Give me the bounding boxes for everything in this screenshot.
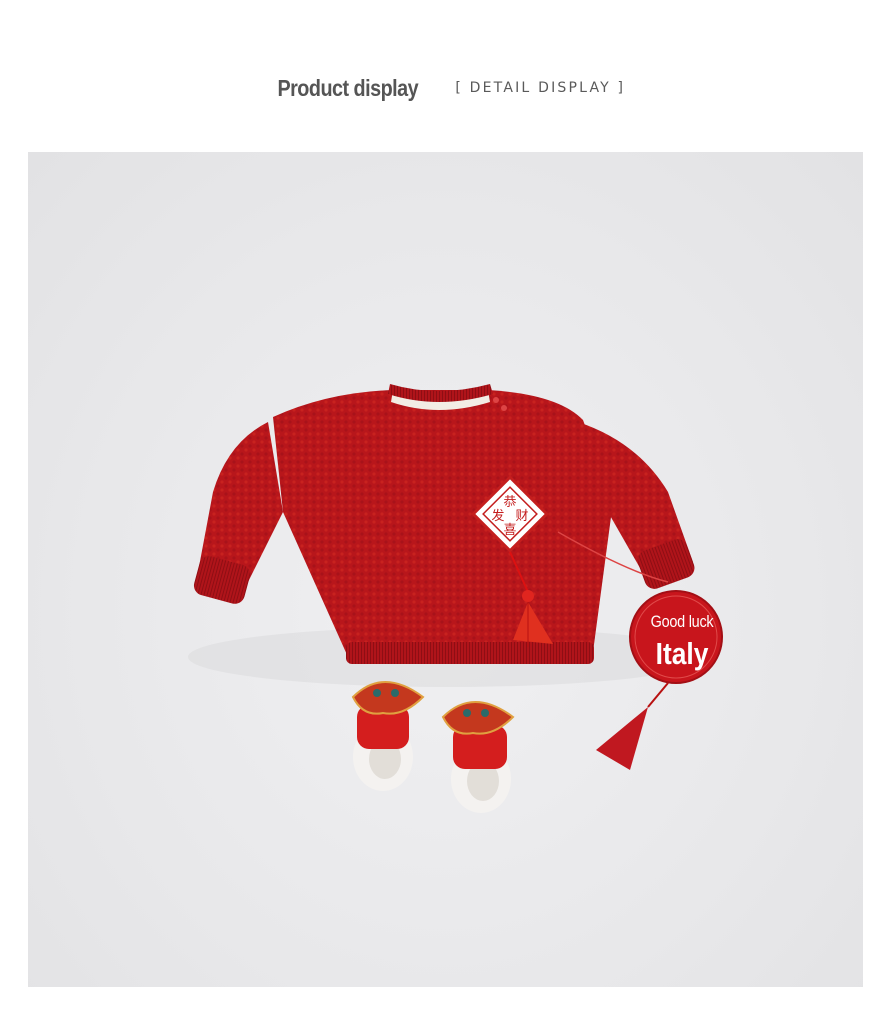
- sweater-hem: [346, 642, 594, 664]
- svg-text:财: 财: [515, 509, 528, 524]
- tag-line2: Italy: [655, 636, 709, 671]
- tiger-shoe-left: [351, 681, 425, 791]
- tag-line1: Good luck: [650, 612, 714, 631]
- svg-text:发: 发: [491, 508, 504, 524]
- svg-text:恭: 恭: [503, 495, 516, 510]
- product-photo: 恭 发 财 喜 Good luck Italy: [28, 152, 863, 987]
- product-illustration: 恭 发 财 喜: [188, 384, 723, 813]
- section-header: Product display [ DETAIL DISPLAY ]: [0, 66, 891, 110]
- section-subtitle: [ DETAIL DISPLAY ]: [455, 80, 626, 96]
- svg-text:喜: 喜: [503, 523, 516, 538]
- sweater-body: [273, 390, 613, 657]
- section-title: Product display: [277, 74, 418, 101]
- tiger-shoe-right: [441, 701, 515, 813]
- tag-tassel: [596, 682, 669, 770]
